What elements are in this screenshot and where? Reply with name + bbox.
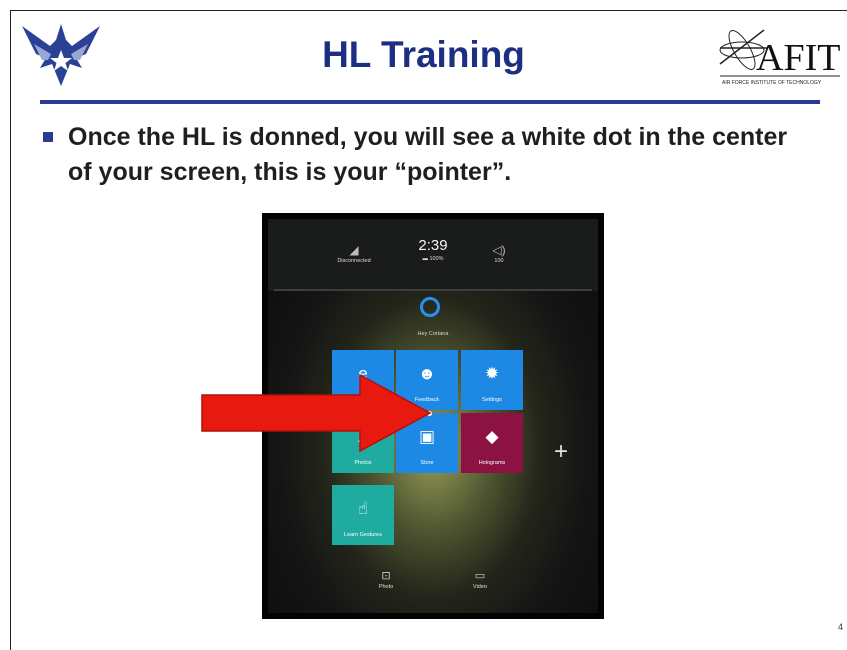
tile-settings[interactable]: ✹ Settings xyxy=(461,350,523,410)
battery-value: 100% xyxy=(429,256,444,262)
learn-gestures-icon: ☝ xyxy=(357,499,369,518)
volume-icon: ◁) xyxy=(492,243,506,257)
clock-time: 2:39 xyxy=(418,237,448,254)
settings-icon: ✹ xyxy=(484,364,500,383)
video-icon: ▭ xyxy=(474,570,486,582)
afit-logo-subtext: AIR FORCE INSTITUTE OF TECHNOLOGY xyxy=(722,80,822,86)
wifi-off-icon: ◢ xyxy=(349,243,359,257)
clock-status: 2:39 ▬ 100% xyxy=(408,237,458,263)
cortana-icon[interactable] xyxy=(420,297,440,317)
volume-status: ◁) 100 xyxy=(484,243,514,265)
photo-capture-button[interactable]: ⊡ Photo xyxy=(356,569,416,592)
red-arrow-icon xyxy=(201,373,432,453)
add-tile-button[interactable]: + xyxy=(554,440,568,464)
video-label: Video xyxy=(473,584,487,590)
battery-label: ▬ 100% xyxy=(408,255,458,263)
cortana-label: Hey Cortana xyxy=(417,331,449,337)
network-status: ◢ Disconnected xyxy=(332,243,376,265)
tile-label: Holograms xyxy=(478,460,506,466)
title-rule xyxy=(40,100,820,104)
tile-label: Photos xyxy=(354,460,372,466)
tile-label: Store xyxy=(420,460,434,466)
tile-label: Settings xyxy=(482,397,502,403)
afit-logo-text: AFIT xyxy=(756,37,840,79)
video-capture-button[interactable]: ▭ Video xyxy=(450,569,510,592)
tile-label: Learn Gestures xyxy=(344,532,382,538)
network-label: Disconnected xyxy=(337,258,371,264)
page-number: 4 xyxy=(838,622,844,632)
bullet-marker xyxy=(43,132,53,142)
photo-label: Photo xyxy=(378,584,394,590)
holograms-icon: ◆ xyxy=(485,427,499,446)
photo-icon: ⊡ xyxy=(381,570,391,582)
afit-logo: AFIT AIR FORCE INSTITUTE OF TECHNOLOGY xyxy=(719,29,840,86)
volume-label: 100 xyxy=(494,258,504,264)
status-bar: ◢ Disconnected 2:39 ▬ 100% ◁) 100 xyxy=(268,219,598,291)
bullet-text: Once the HL is donned, you will see a wh… xyxy=(68,123,788,186)
tile-learn-gestures[interactable]: ☝ Learn Gestures xyxy=(332,485,394,545)
tile-holograms[interactable]: ◆ Holograms xyxy=(461,413,523,473)
